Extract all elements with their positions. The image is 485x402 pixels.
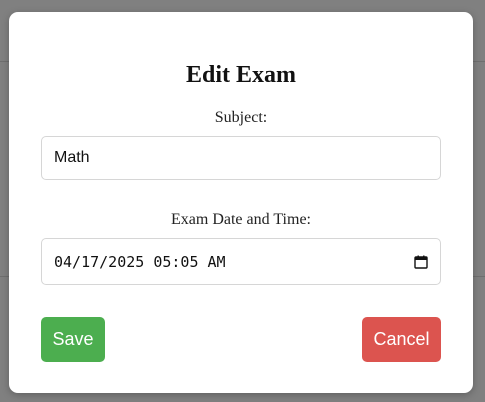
subject-input[interactable]: Math bbox=[41, 136, 441, 180]
edit-exam-dialog: Edit Exam Subject: Math Exam Date and Ti… bbox=[9, 12, 473, 393]
cancel-button[interactable]: Cancel bbox=[362, 317, 441, 362]
dialog-title: Edit Exam bbox=[185, 62, 296, 88]
exam-datetime-input[interactable]: 04/17/2025 05:05 AM bbox=[41, 238, 441, 285]
subject-label: Subject: bbox=[214, 109, 268, 126]
exam-datetime-value: 04/17/2025 05:05 AM bbox=[54, 252, 226, 271]
calendar-icon[interactable] bbox=[414, 255, 428, 269]
subject-input-value: Math bbox=[54, 149, 90, 166]
exam-datetime-label: Exam Date and Time: bbox=[171, 211, 311, 228]
save-button[interactable]: Save bbox=[41, 317, 105, 362]
